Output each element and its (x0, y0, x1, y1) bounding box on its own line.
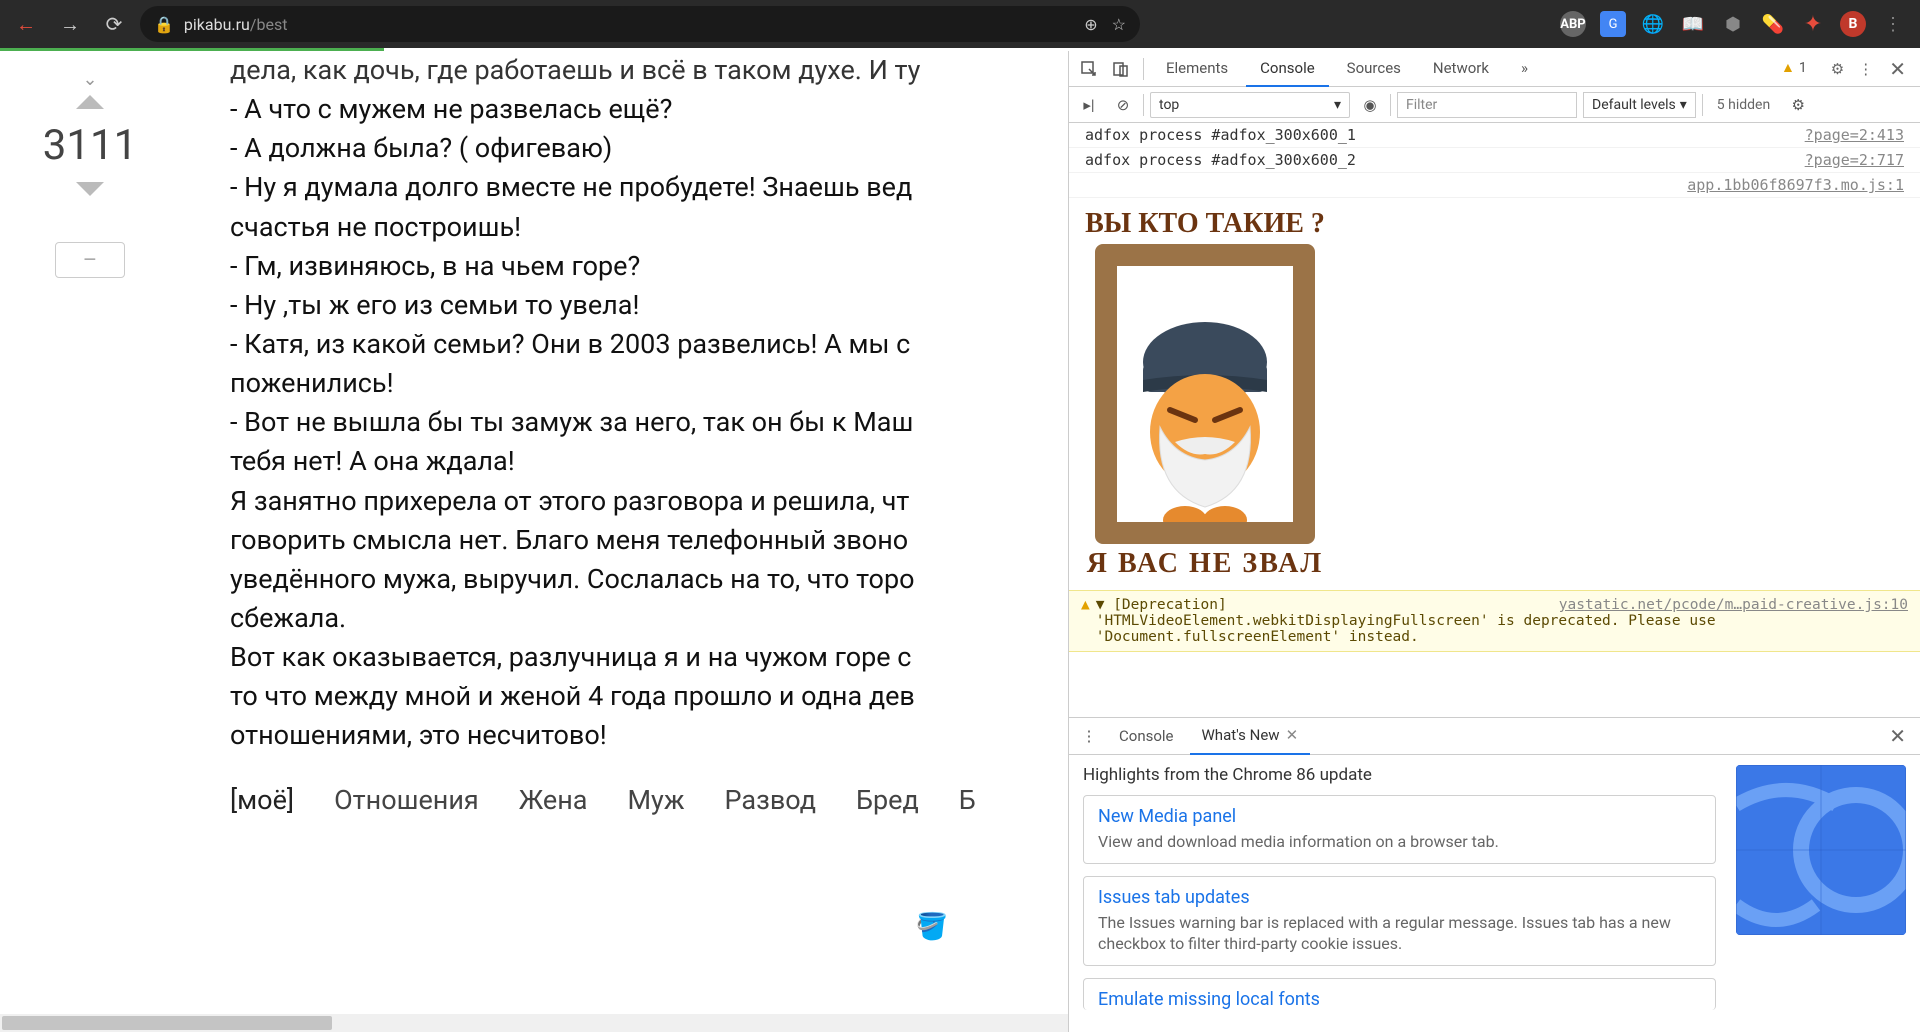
inspect-icon[interactable] (1075, 55, 1103, 83)
devtools-menu-icon[interactable]: ⋮ (1854, 60, 1877, 78)
scrollbar-thumb[interactable] (2, 1016, 332, 1030)
browser-toolbar: ← → ⟳ 🔒 pikabu.ru/best ⊕ ☆ ABP G 🌐 📖 ⬢ 💊… (0, 0, 1920, 48)
extensions-icon[interactable]: ✦ (1800, 11, 1826, 37)
collapse-toggle[interactable]: ⌄ (75, 69, 105, 89)
pill-icon[interactable]: 💊 (1760, 11, 1786, 37)
vote-count: 3111 (43, 121, 137, 170)
rating-minus-button[interactable]: – (55, 242, 125, 278)
sticker-top-text: ВЫ КТО ТАКИЕ ? (1085, 208, 1325, 240)
clear-console-icon[interactable]: ⊘ (1109, 91, 1137, 119)
chevron-down-icon: ▾ (1680, 97, 1687, 113)
highlights-heading: Highlights from the Chrome 86 update (1083, 765, 1716, 785)
drawer-tabs: ⋮ Console What's New ✕ ✕ (1069, 717, 1920, 755)
back-button[interactable]: ← (8, 6, 44, 42)
translate-icon[interactable]: G (1600, 11, 1626, 37)
reload-button[interactable]: ⟳ (96, 6, 132, 42)
lock-icon: 🔒 (154, 15, 174, 34)
card-desc: The Issues warning bar is replaced with … (1098, 912, 1701, 955)
log-source-link[interactable]: ?page=2:717 (1805, 151, 1904, 169)
url-host: pikabu.ru (184, 15, 250, 34)
reader-icon[interactable]: 📖 (1680, 11, 1706, 37)
tag-item[interactable]: Муж (627, 784, 684, 816)
deprecation-warning[interactable]: ▲ ▼ [Deprecation] yastatic.net/pcode/m…p… (1069, 590, 1920, 652)
log-levels-select[interactable]: Default levels▾ (1583, 92, 1696, 118)
drawer-close-icon[interactable]: ✕ (1881, 724, 1914, 748)
story-text: дела, как дочь, где работаешь и всё в та… (230, 51, 1068, 756)
whats-new-illustration (1736, 765, 1906, 935)
sticker-image (1095, 244, 1315, 544)
globe-icon[interactable]: 🌐 (1640, 11, 1666, 37)
tab-elements[interactable]: Elements (1152, 51, 1242, 87)
tags-row: [моё] Отношения Жена Муж Развод Бред Б (230, 784, 1068, 816)
log-entry[interactable]: adfox process #adfox_300x600_2 ?page=2:7… (1069, 148, 1920, 173)
device-toggle-icon[interactable] (1107, 55, 1135, 83)
console-output: adfox process #adfox_300x600_1 ?page=2:4… (1069, 123, 1920, 717)
whats-new-body: Highlights from the Chrome 86 update New… (1069, 755, 1920, 1032)
extension-icons: ABP G 🌐 📖 ⬢ 💊 ✦ B ⋮ (1560, 11, 1912, 37)
tag-item[interactable]: Жена (519, 784, 588, 816)
card-title[interactable]: New Media panel (1098, 806, 1701, 827)
log-source-link[interactable]: app.1bb06f8697f3.mo.js:1 (1687, 176, 1904, 194)
log-source-link[interactable]: yastatic.net/pcode/m…paid-creative.js:10 (1559, 597, 1908, 613)
tag-item[interactable]: Развод (725, 784, 816, 816)
abp-icon[interactable]: ABP (1560, 11, 1586, 37)
drawer-tab-console[interactable]: Console (1107, 717, 1186, 755)
tag-item[interactable]: Бред (856, 784, 919, 816)
highlight-card[interactable]: Issues tab updates The Issues warning ba… (1083, 876, 1716, 966)
horizontal-scrollbar[interactable] (0, 1014, 1068, 1032)
log-entry[interactable]: adfox process #adfox_300x600_1 ?page=2:4… (1069, 123, 1920, 148)
log-entry[interactable]: app.1bb06f8697f3.mo.js:1 (1069, 173, 1920, 198)
card-desc: View and download media information on a… (1098, 831, 1701, 853)
chrome-menu-icon[interactable]: ⋮ (1880, 11, 1906, 37)
chevron-down-icon: ▾ (1334, 97, 1341, 113)
forward-button[interactable]: → (52, 6, 88, 42)
devtools-close-icon[interactable]: ✕ (1881, 57, 1914, 81)
sticker-bottom-text: Я ВАС НЕ ЗВАЛ (1085, 548, 1325, 580)
warning-icon: ▲ (1081, 597, 1090, 645)
tag-item[interactable]: Б (959, 784, 976, 816)
drawer-tab-whatsnew[interactable]: What's New ✕ (1190, 717, 1311, 755)
devtools-tabs: Elements Console Sources Network » ▲1 ⚙ … (1069, 51, 1920, 87)
paint-bucket-icon[interactable]: 🪣 (916, 912, 948, 942)
console-image-log: ВЫ КТО ТАКИЕ ? (1069, 198, 1920, 590)
context-select[interactable]: top▾ (1150, 92, 1350, 118)
console-settings-icon[interactable]: ⚙ (1784, 91, 1812, 119)
card-title[interactable]: Issues tab updates (1098, 887, 1701, 908)
downvote-button[interactable] (76, 182, 104, 196)
tag-item[interactable]: Отношения (334, 784, 479, 816)
star-icon[interactable]: ☆ (1112, 15, 1126, 34)
close-icon[interactable]: ✕ (1286, 726, 1299, 744)
tabs-overflow[interactable]: » (1507, 51, 1542, 87)
zoom-icon[interactable]: ⊕ (1084, 15, 1097, 34)
warning-icon: ▲ (1781, 59, 1795, 76)
filter-input[interactable]: Filter (1397, 92, 1577, 118)
shield-icon[interactable]: ⬢ (1720, 11, 1746, 37)
hidden-count[interactable]: 5 hidden (1709, 97, 1778, 113)
highlight-card[interactable]: New Media panel View and download media … (1083, 795, 1716, 864)
highlight-card[interactable]: Emulate missing local fonts (1083, 978, 1716, 1010)
tag-mine[interactable]: [моё] (230, 784, 294, 816)
vote-rail: ⌄ 3111 – (0, 51, 180, 1032)
log-source-link[interactable]: ?page=2:413 (1805, 126, 1904, 144)
card-title[interactable]: Emulate missing local fonts (1098, 989, 1701, 1010)
warnings-indicator[interactable]: ▲1 (1767, 51, 1821, 87)
profile-avatar[interactable]: B (1840, 11, 1866, 37)
tab-network[interactable]: Network (1419, 51, 1503, 87)
console-sidebar-toggle[interactable]: ▸| (1075, 91, 1103, 119)
url-path: /best (250, 15, 288, 34)
console-toolbar: ▸| ⊘ top▾ ◉ Filter Default levels▾ 5 hid… (1069, 87, 1920, 123)
drawer-menu-icon[interactable]: ⋮ (1075, 722, 1103, 750)
tab-console[interactable]: Console (1246, 51, 1329, 87)
article-body: дела, как дочь, где работаешь и всё в та… (180, 51, 1068, 1032)
tab-sources[interactable]: Sources (1333, 51, 1415, 87)
devtools-panel: Elements Console Sources Network » ▲1 ⚙ … (1068, 51, 1920, 1032)
live-expression-icon[interactable]: ◉ (1356, 91, 1384, 119)
address-bar[interactable]: 🔒 pikabu.ru/best ⊕ ☆ (140, 6, 1140, 42)
settings-icon[interactable]: ⚙ (1825, 60, 1850, 78)
upvote-button[interactable] (76, 95, 104, 109)
